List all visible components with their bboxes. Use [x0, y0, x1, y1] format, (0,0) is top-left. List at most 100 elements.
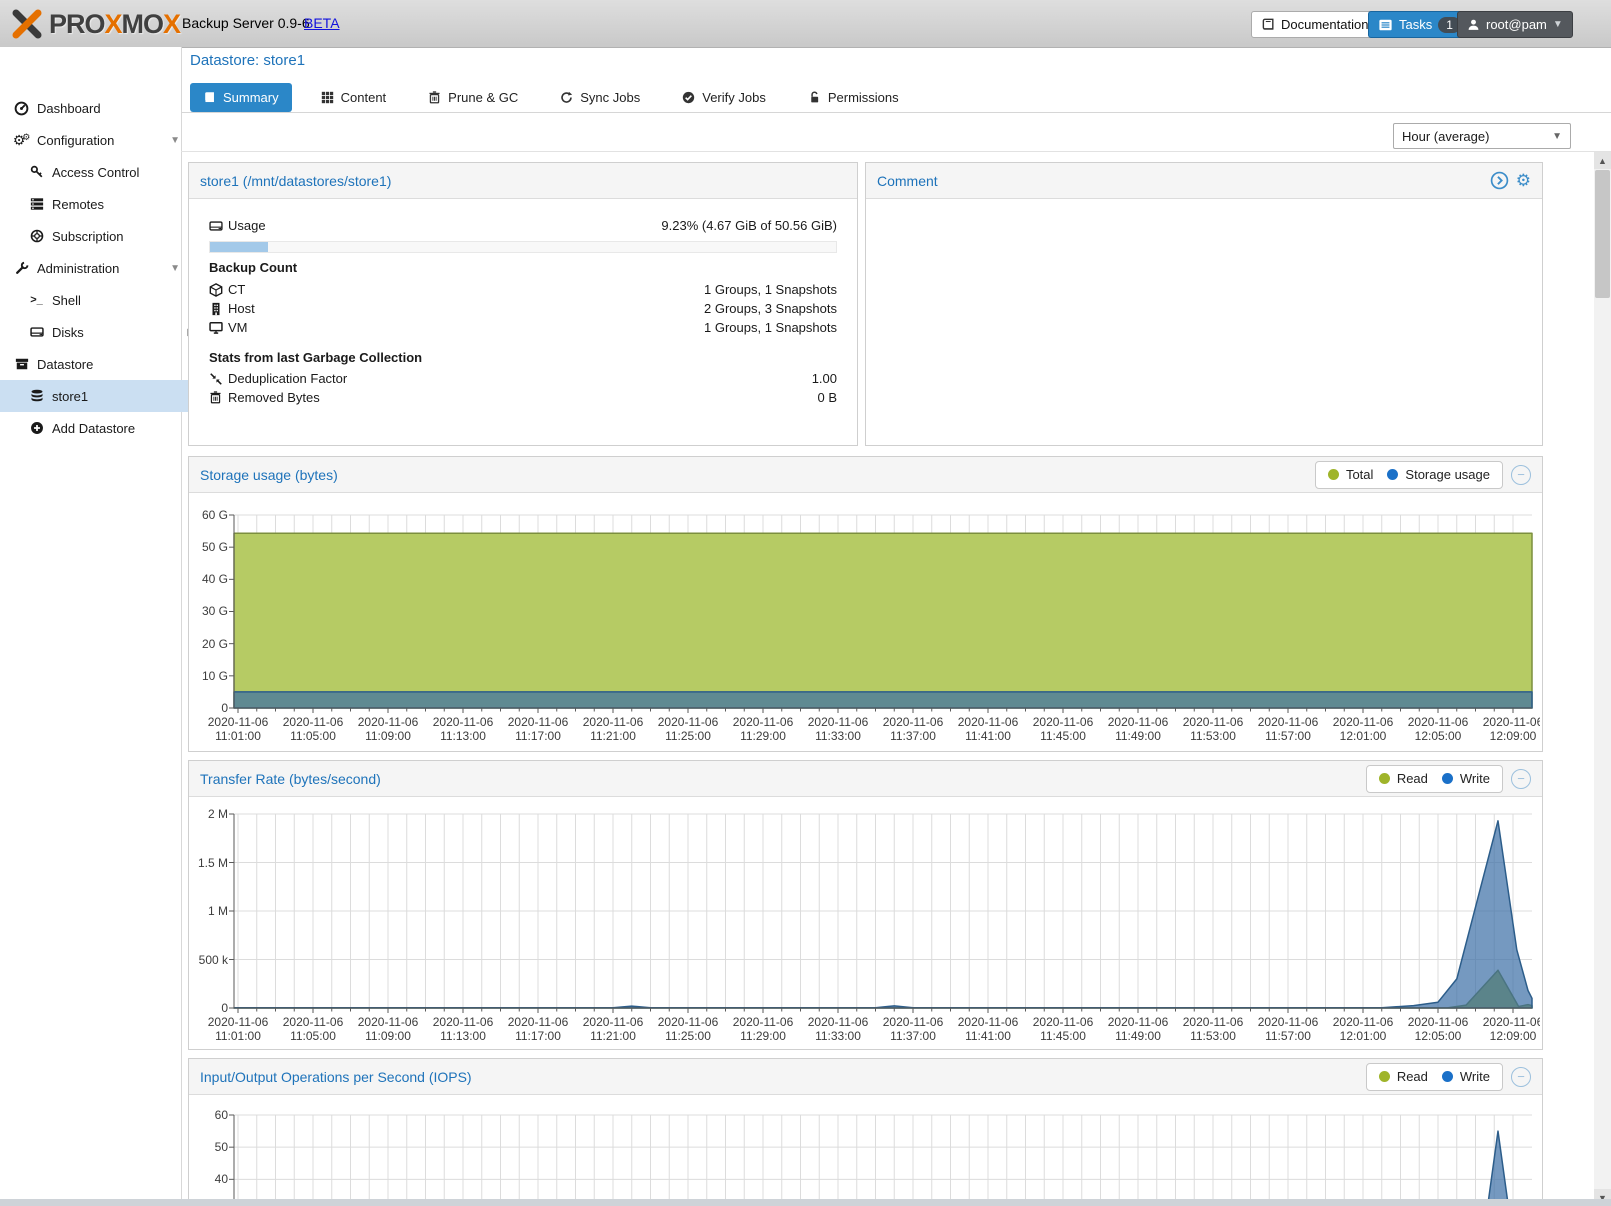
usage-progress-fill	[210, 242, 268, 252]
tab-prune-gc[interactable]: Prune & GC	[415, 83, 531, 112]
x-tick-label: 2020-11-0611:21:00	[573, 715, 653, 744]
backup-count-row-vm: VM 1 Groups, 1 Snapshots	[209, 319, 837, 336]
legend-label: Storage usage	[1405, 467, 1490, 482]
x-tick-label: 2020-11-0611:49:00	[1098, 1015, 1178, 1044]
x-tick-label: 2020-11-0611:25:00	[648, 715, 728, 744]
beta-link[interactable]: BETA	[304, 15, 340, 31]
sidebar-item-datastore[interactable]: Datastore	[0, 348, 194, 380]
iops-panel: Input/Output Operations per Second (IOPS…	[188, 1058, 1543, 1206]
x-tick-label: 2020-11-0612:05:00	[1398, 715, 1478, 744]
tasks-button[interactable]: Tasks 1	[1368, 11, 1471, 38]
row-value: 0 B	[817, 390, 837, 405]
tab-label: Verify Jobs	[702, 90, 766, 105]
sidebar-item-label: Administration	[37, 261, 119, 276]
y-tick-label: 2 M	[189, 807, 228, 821]
tab-permissions[interactable]: Permissions	[795, 83, 912, 112]
collapse-arrow-icon[interactable]: ▼	[170, 263, 180, 274]
x-tick-label: 2020-11-0611:37:00	[873, 1015, 953, 1044]
sidebar-item-remotes[interactable]: Remotes	[0, 188, 209, 220]
archive-icon	[13, 357, 30, 371]
panel-header: Storage usage (bytes) TotalStorage usage…	[189, 457, 1542, 493]
database-icon	[28, 389, 45, 403]
legend-item[interactable]: Read	[1379, 771, 1428, 786]
documentation-button[interactable]: Documentation	[1251, 11, 1378, 38]
sidebar-item-label: Dashboard	[37, 101, 101, 116]
tab-sync-jobs[interactable]: Sync Jobs	[547, 83, 653, 112]
collapse-arrow-icon[interactable]: ▼	[170, 135, 180, 146]
chart-legend[interactable]: Total Storage usage	[1315, 461, 1503, 489]
x-tick-label: 2020-11-0612:01:00	[1323, 1015, 1403, 1044]
sidebar-item-disks[interactable]: Disks ▶	[0, 316, 209, 348]
x-tick-label: 2020-11-0611:01:00	[198, 1015, 278, 1044]
tab-label: Permissions	[828, 90, 899, 105]
collapse-chart-icon[interactable]: −	[1511, 465, 1531, 485]
sidebar-item-dashboard[interactable]: Dashboard	[0, 92, 194, 124]
legend-item[interactable]: Write	[1442, 771, 1490, 786]
row-label: Deduplication Factor	[228, 371, 347, 386]
arrow-circle-right-icon[interactable]	[1490, 171, 1509, 190]
life-ring-icon	[28, 229, 45, 243]
check-circle-icon	[682, 91, 695, 104]
legend-item[interactable]: Total	[1328, 467, 1373, 482]
x-tick-label: 2020-11-0611:05:00	[273, 1015, 353, 1044]
proxmox-backup-server-app: PROXMOX Backup Server 0.9-6 BETA Documen…	[0, 0, 1611, 1206]
collapse-chart-icon[interactable]: −	[1511, 1067, 1531, 1087]
tab-summary[interactable]: Summary	[190, 83, 292, 112]
chart-legend[interactable]: Read Write	[1366, 1063, 1503, 1091]
gear-icon[interactable]: ⚙	[1516, 172, 1531, 189]
sidebar-item-add-datastore[interactable]: Add Datastore	[0, 412, 209, 444]
grid-icon	[321, 91, 334, 104]
tab-content[interactable]: Content	[308, 83, 400, 112]
x-tick-label: 2020-11-0611:37:00	[873, 715, 953, 744]
sidebar-item-configuration[interactable]: ⚙⚙ Configuration ▼	[0, 124, 194, 156]
time-period-value: Hour (average)	[1402, 129, 1489, 144]
tasks-label: Tasks	[1399, 17, 1432, 32]
sidebar-item-label: Shell	[52, 293, 81, 308]
collapse-chart-icon[interactable]: −	[1511, 769, 1531, 789]
x-tick-label: 2020-11-0611:09:00	[348, 715, 428, 744]
transfer-rate-chart	[189, 797, 1540, 1013]
x-tick-label: 2020-11-0611:45:00	[1023, 1015, 1103, 1044]
legend-item[interactable]: Write	[1442, 1069, 1490, 1084]
x-tick-label: 2020-11-0611:29:00	[723, 715, 803, 744]
sidebar-item-shell[interactable]: >_ Shell	[0, 284, 209, 316]
sidebar-item-administration[interactable]: Administration ▼	[0, 252, 194, 284]
legend-dot-icon	[1379, 1071, 1390, 1082]
comment-body[interactable]	[866, 200, 1542, 445]
chart-title: Transfer Rate (bytes/second)	[200, 771, 381, 787]
legend-item[interactable]: Storage usage	[1387, 467, 1490, 482]
vertical-scrollbar[interactable]: ▲ ▼	[1594, 152, 1611, 1206]
x-tick-label: 2020-11-0611:25:00	[648, 1015, 728, 1044]
y-tick-label: 50	[189, 1140, 228, 1154]
scroll-up-icon[interactable]: ▲	[1594, 152, 1611, 169]
time-period-select[interactable]: Hour (average) ▼	[1393, 123, 1571, 149]
tab-verify-jobs[interactable]: Verify Jobs	[669, 83, 779, 112]
key-icon	[28, 165, 45, 179]
legend-item[interactable]: Read	[1379, 1069, 1428, 1084]
legend-label: Read	[1397, 771, 1428, 786]
storage-usage-panel: Storage usage (bytes) TotalStorage usage…	[188, 456, 1543, 752]
x-tick-label: 2020-11-0611:45:00	[1023, 715, 1103, 744]
row-label: CT	[228, 282, 245, 297]
x-tick-label: 2020-11-0611:13:00	[423, 715, 503, 744]
x-tick-label: 2020-11-0612:05:00	[1398, 1015, 1478, 1044]
user-menu-button[interactable]: root@pam ▼	[1457, 11, 1573, 38]
monitor-icon	[209, 321, 228, 335]
usage-label: Usage	[228, 218, 266, 233]
sidebar-item-subscription[interactable]: Subscription	[0, 220, 209, 252]
chevron-down-icon: ▼	[1552, 131, 1562, 142]
tab-bar: Summary Content Prune & GC Sync Jobs Ver…	[190, 83, 912, 112]
x-tick-label: 2020-11-0611:05:00	[273, 715, 353, 744]
gc-row-dedup: Deduplication Factor 1.00	[209, 370, 837, 387]
y-tick-label: 500 k	[189, 953, 228, 967]
sidebar-item-store1[interactable]: store1	[0, 380, 209, 412]
scrollbar-thumb[interactable]	[1595, 170, 1610, 298]
sidebar-item-access-control[interactable]: Access Control	[0, 156, 209, 188]
chevron-down-icon: ▼	[1553, 19, 1563, 30]
sidebar: Dashboard ⚙⚙ Configuration ▼ Access Cont…	[0, 47, 182, 1206]
x-tick-label: 2020-11-0612:01:00	[1323, 715, 1403, 744]
chart-legend[interactable]: Read Write	[1366, 765, 1503, 793]
comment-panel: Comment ⚙	[865, 162, 1543, 446]
book-icon	[203, 91, 216, 104]
sidebar-item-label: store1	[52, 389, 88, 404]
